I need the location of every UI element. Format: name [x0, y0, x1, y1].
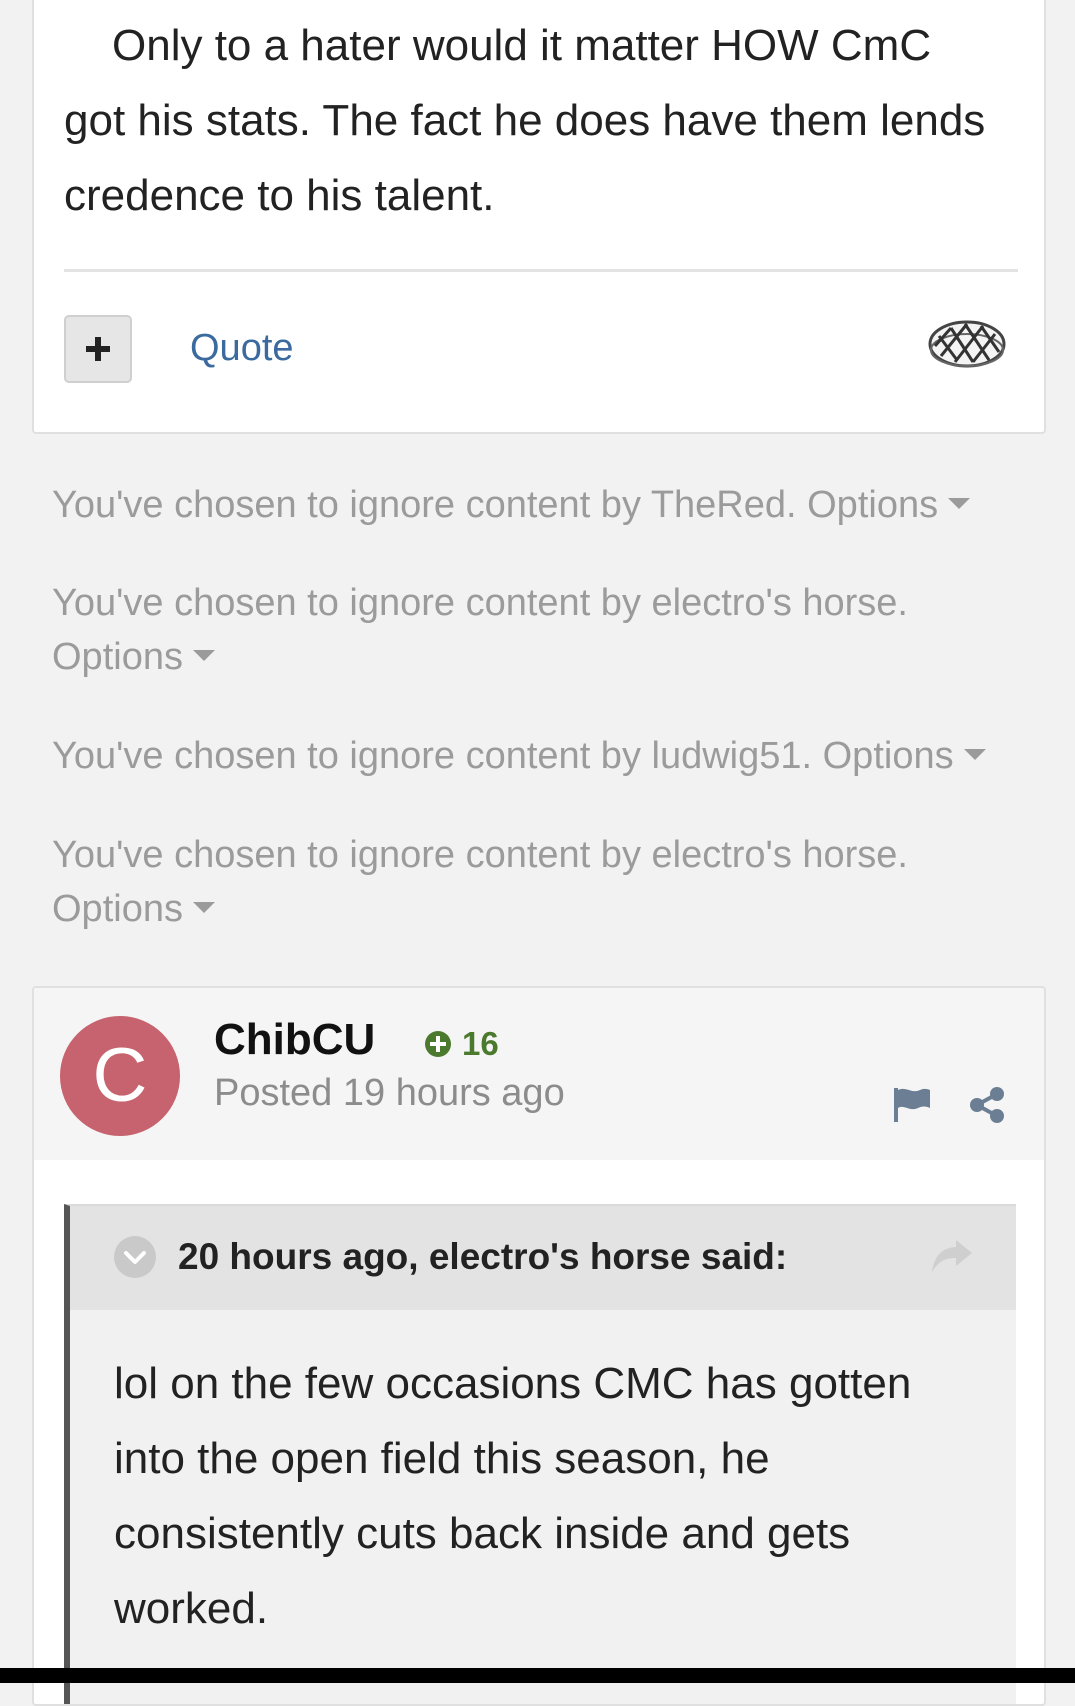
- share-icon[interactable]: [968, 1086, 1006, 1124]
- quote-header: 20 hours ago, electro's horse said:: [70, 1206, 1016, 1310]
- options-label: Options: [52, 636, 183, 678]
- post-header: C ChibCU 16 Posted 19 hours ago: [34, 988, 1044, 1160]
- ignored-content-text: You've chosen to ignore content by elect…: [52, 834, 908, 876]
- ignore-options-toggle[interactable]: Options: [823, 735, 986, 777]
- post-body-text: Only to a hater would it matter HOW CmC …: [64, 21, 986, 220]
- reputation-plus-button[interactable]: [64, 315, 132, 383]
- ignored-content-text: You've chosen to ignore content by ludwi…: [52, 735, 813, 777]
- plus-icon: [86, 337, 110, 361]
- ignore-options-toggle[interactable]: Options: [52, 636, 215, 678]
- flag-icon[interactable]: [892, 1086, 932, 1122]
- quote-button[interactable]: Quote: [190, 324, 294, 372]
- ignored-content-text: You've chosen to ignore content by elect…: [52, 582, 908, 624]
- caret-down-icon: [192, 650, 215, 662]
- pie-icon[interactable]: [927, 314, 1007, 370]
- options-label: Options: [52, 888, 183, 930]
- caret-down-icon: [192, 902, 215, 914]
- post-card: C ChibCU 16 Posted 19 hours ago 20 hours…: [32, 986, 1046, 1706]
- blockquote: 20 hours ago, electro's horse said: lol …: [64, 1204, 1016, 1704]
- options-label: Options: [822, 735, 954, 777]
- ignored-content-notice: You've chosen to ignore content by elect…: [52, 576, 1012, 684]
- post-divider: [64, 269, 1018, 272]
- ignored-content-notice: You've chosen to ignore content by elect…: [52, 828, 1012, 936]
- caret-down-icon: [948, 498, 971, 510]
- plus-circle-icon: [425, 1031, 451, 1057]
- options-label: Options: [807, 484, 939, 526]
- reputation-count: 16: [462, 1025, 499, 1062]
- reputation-badge: 16: [424, 1024, 499, 1064]
- ignore-options-toggle[interactable]: Options: [807, 484, 971, 526]
- post-timestamp[interactable]: Posted 19 hours ago: [214, 1068, 565, 1118]
- screen-bottom-bar: [0, 1668, 1075, 1683]
- caret-down-icon: [963, 749, 986, 761]
- ignored-content-text: You've chosen to ignore content by TheRe…: [52, 484, 797, 526]
- quote-text: lol on the few occasions CMC has gotten …: [114, 1359, 912, 1633]
- author-name[interactable]: ChibCU: [214, 1012, 375, 1068]
- reply-arrow-icon[interactable]: [930, 1236, 974, 1276]
- quote-attribution: 20 hours ago, electro's horse said:: [178, 1236, 788, 1277]
- ignore-options-toggle[interactable]: Options: [52, 888, 215, 930]
- avatar[interactable]: C: [60, 1016, 180, 1136]
- ignored-content-notice: You've chosen to ignore content by ludwi…: [52, 729, 1012, 783]
- chevron-down-icon[interactable]: [114, 1236, 156, 1278]
- post-card-previous: Only to a hater would it matter HOW CmC …: [32, 0, 1046, 434]
- ignored-content-notice: You've chosen to ignore content by TheRe…: [52, 478, 1012, 532]
